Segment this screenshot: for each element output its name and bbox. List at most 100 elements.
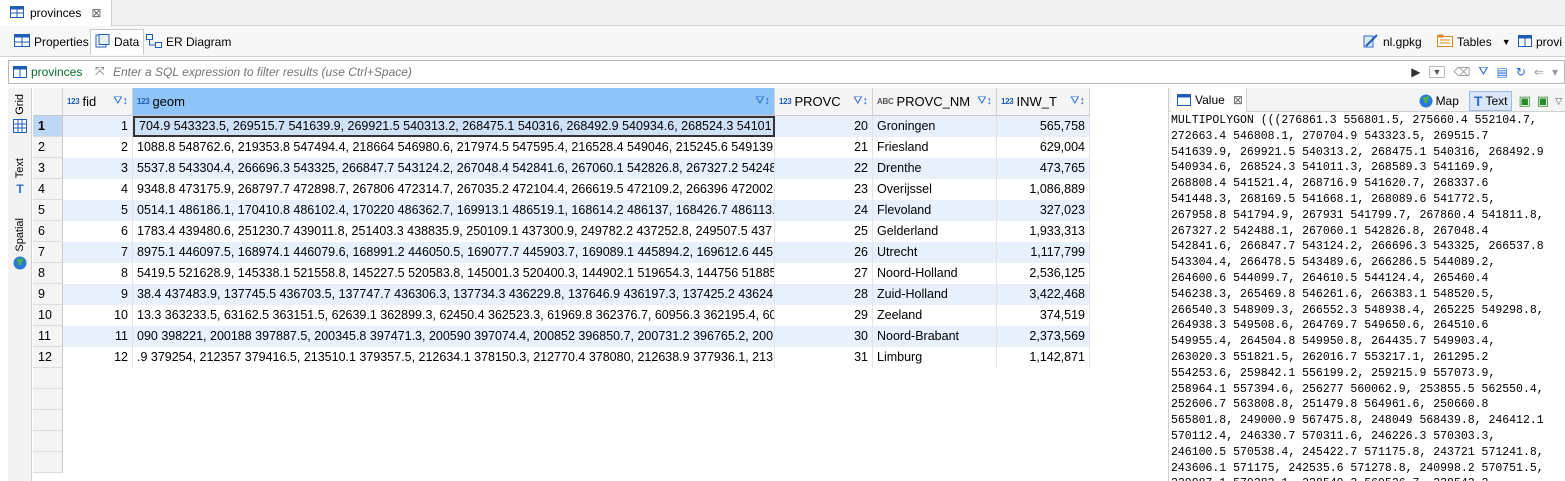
cell-inw-t[interactable]: 3,422,468 [997,284,1090,305]
tab-value[interactable]: Value ⊠ [1171,88,1247,112]
table-row[interactable]: 6 6 1783.4 439480.6, 251230.7 439011.8, 25… [33,221,1090,242]
cell-provc[interactable]: 26 [775,242,873,263]
tab-grid[interactable]: Grid [8,94,32,133]
cell-provc[interactable]: 31 [775,347,873,368]
cell-provc[interactable]: 27 [775,263,873,284]
cell-fid[interactable]: 9 [63,284,133,305]
table-row[interactable]: 8 8 5419.5 521628.9, 145338.1 521558.8, 14… [33,263,1090,284]
cell-provc[interactable]: 22 [775,158,873,179]
cell-inw-t[interactable]: 629,004 [997,137,1090,158]
tab-data[interactable]: Data [90,29,145,55]
cell-inw-t[interactable]: 1,117,799 [997,242,1090,263]
tab-properties[interactable]: Properties [10,29,93,55]
close-icon[interactable]: ⊠ [1233,93,1243,107]
cell-provc[interactable]: 30 [775,326,873,347]
tab-spatial[interactable]: Spatial [8,218,32,270]
table-row[interactable]: 3 3 5537.8 543304.4, 266696.3 543325, 2668… [33,158,1090,179]
cell-provc-nm[interactable]: Drenthe [873,158,997,179]
cell-inw-t[interactable]: 2,373,569 [997,326,1090,347]
expand-icon[interactable]: ⤧ [95,64,105,79]
cell-fid[interactable]: 5 [63,200,133,221]
cell-provc-nm[interactable]: Groningen [873,116,997,137]
table-row[interactable]: 9 9 38.4 437483.9, 137745.5 436703.5, 1377… [33,284,1090,305]
column-header-geom[interactable]: 123 geom ⛛↕ [133,88,775,116]
sort-filter-icon[interactable]: ⛛↕ [755,95,770,108]
value-text-content[interactable]: MULTIPOLYGON (((276861.3 556801.5, 27566… [1171,113,1563,481]
tables-selector[interactable]: Tables ▼ [1437,29,1511,55]
cell-provc-nm[interactable]: Friesland [873,137,997,158]
cell-provc-nm[interactable]: Limburg [873,347,997,368]
cell-fid[interactable]: 12 [63,347,133,368]
column-header-inw-t[interactable]: 123 INW_T ⛛↕ [997,88,1090,116]
cell-geom[interactable]: 1783.4 439480.6, 251230.7 439011.8, 2514… [133,221,775,242]
cell-fid[interactable]: 7 [63,242,133,263]
schema-selector[interactable]: provi [1518,29,1562,55]
cell-geom[interactable]: 704.9 543323.5, 269515.7 541639.9, 26992… [133,116,775,137]
cell-geom[interactable]: 9348.8 473175.9, 268797.7 472898.7, 2678… [133,179,775,200]
cell-provc[interactable]: 21 [775,137,873,158]
cell-provc[interactable]: 28 [775,284,873,305]
cell-geom[interactable]: 5537.8 543304.4, 266696.3 543325, 266847… [133,158,775,179]
filter-table-selector[interactable]: provinces [13,65,82,79]
filter-icon[interactable]: ⛛ [1478,64,1488,79]
cell-provc[interactable]: 23 [775,179,873,200]
cell-provc[interactable]: 25 [775,221,873,242]
column-header-provc[interactable]: 123 PROVC ⛛↕ [775,88,873,116]
cell-provc-nm[interactable]: Flevoland [873,200,997,221]
tab-er-diagram[interactable]: ER Diagram [142,29,235,55]
eraser-icon[interactable]: ⌫ [1453,65,1470,79]
datasource-selector[interactable]: nl.gpkg [1363,29,1422,55]
text-button[interactable]: T Text [1468,91,1513,111]
table-row[interactable]: 5 5 0514.1 486186.1, 170410.8 486102.4, 17… [33,200,1090,221]
cell-inw-t[interactable]: 327,023 [997,200,1090,221]
cell-provc-nm[interactable]: Overijssel [873,179,997,200]
cell-fid[interactable]: 8 [63,263,133,284]
table-row[interactable]: 11 11 090 398221, 200188 397887.5, 200345.… [33,326,1090,347]
table-row[interactable]: 1 1 704.9 543323.5, 269515.7 541639.9, 269… [33,116,1090,137]
history-dropdown-icon[interactable]: ▼ [1428,65,1446,78]
cell-fid[interactable]: 10 [63,305,133,326]
cell-fid[interactable]: 3 [63,158,133,179]
cell-inw-t[interactable]: 2,536,125 [997,263,1090,284]
forward-icon[interactable]: ▾ [1552,65,1558,79]
cell-inw-t[interactable]: 374,519 [997,305,1090,326]
table-row[interactable]: 7 7 8975.1 446097.5, 168974.1 446079.6, 16… [33,242,1090,263]
map-button[interactable]: Map [1415,93,1463,109]
chevron-down-icon[interactable]: ▽ [1555,96,1562,107]
cell-provc-nm[interactable]: Zuid-Holland [873,284,997,305]
cell-geom[interactable]: .9 379254, 212357 379416.5, 213510.1 379… [133,347,775,368]
save-as-icon[interactable]: ▣ [1537,93,1549,109]
cell-provc-nm[interactable]: Noord-Brabant [873,326,997,347]
sort-filter-icon[interactable]: ⛛↕ [977,95,992,108]
table-row[interactable]: 2 2 1088.8 548762.6, 219353.8 547494.4, 21… [33,137,1090,158]
filter-input[interactable] [113,63,1333,81]
tab-text[interactable]: Text T [8,158,32,196]
cell-provc-nm[interactable]: Noord-Holland [873,263,997,284]
editor-tab-provinces[interactable]: provinces ⊠ [0,0,112,26]
cell-fid[interactable]: 6 [63,221,133,242]
cell-fid[interactable]: 1 [63,116,133,137]
sort-filter-icon[interactable]: ⛛↕ [853,95,868,108]
cell-provc-nm[interactable]: Utrecht [873,242,997,263]
cell-geom[interactable]: 38.4 437483.9, 137745.5 436703.5, 137747… [133,284,775,305]
cell-geom[interactable]: 090 398221, 200188 397887.5, 200345.8 39… [133,326,775,347]
play-icon[interactable]: ▶ [1411,65,1420,79]
close-icon[interactable]: ⊠ [91,6,101,20]
cell-inw-t[interactable]: 1,086,889 [997,179,1090,200]
cell-inw-t[interactable]: 1,933,313 [997,221,1090,242]
cell-geom[interactable]: 13.3 363233.5, 63162.5 363151.5, 62639.1… [133,305,775,326]
cell-inw-t[interactable]: 473,765 [997,158,1090,179]
table-row[interactable]: 10 10 13.3 363233.5, 63162.5 363151.5, 626… [33,305,1090,326]
cell-geom[interactable]: 1088.8 548762.6, 219353.8 547494.4, 2186… [133,137,775,158]
filter-settings-icon[interactable]: ▤ [1497,65,1508,79]
save-icon[interactable]: ▣ [1518,93,1530,109]
cell-geom[interactable]: 8975.1 446097.5, 168974.1 446079.6, 1689… [133,242,775,263]
refresh-icon[interactable]: ↻ [1516,65,1526,79]
sort-filter-icon[interactable]: ⛛↕ [1070,95,1085,108]
cell-fid[interactable]: 4 [63,179,133,200]
cell-provc[interactable]: 29 [775,305,873,326]
cell-provc[interactable]: 24 [775,200,873,221]
cell-provc-nm[interactable]: Zeeland [873,305,997,326]
cell-fid[interactable]: 11 [63,326,133,347]
cell-provc-nm[interactable]: Gelderland [873,221,997,242]
